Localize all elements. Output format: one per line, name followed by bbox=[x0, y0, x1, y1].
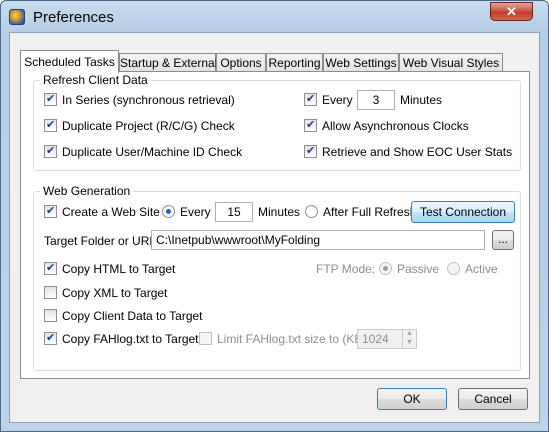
copy-html-option[interactable]: Copy HTML to Target bbox=[44, 260, 176, 277]
tab-startup-external[interactable]: Startup & External bbox=[119, 53, 217, 72]
group-title: Web Generation bbox=[40, 184, 134, 198]
scheduled-tasks-panel: Refresh Client Data In Series (synchrono… bbox=[20, 71, 530, 379]
refresh-every-label: Every bbox=[322, 93, 353, 107]
after-full-refresh-radio[interactable] bbox=[305, 205, 318, 219]
passive-option[interactable]: Passive bbox=[379, 261, 439, 277]
duplicate-user-option[interactable]: Duplicate User/Machine ID Check bbox=[44, 143, 243, 160]
active-option[interactable]: Active bbox=[447, 261, 498, 277]
window-title: Preferences bbox=[33, 9, 114, 26]
after-full-refresh-label: After Full Refresh bbox=[323, 205, 417, 219]
in-series-label: In Series (synchronous retrieval) bbox=[62, 93, 235, 107]
target-folder-input[interactable]: C:\Inetpub\wwwroot\MyFolding bbox=[151, 230, 485, 250]
copy-xml-label: Copy XML to Target bbox=[62, 286, 168, 300]
target-folder-label: Target Folder or URL: bbox=[44, 234, 160, 248]
copy-html-label: Copy HTML to Target bbox=[62, 262, 176, 276]
ok-button[interactable]: OK bbox=[377, 388, 447, 410]
retrieve-eoc-checkbox[interactable] bbox=[304, 143, 317, 159]
active-radio[interactable] bbox=[447, 262, 460, 276]
copy-fahlog-checkbox[interactable] bbox=[44, 330, 57, 346]
retrieve-eoc-option[interactable]: Retrieve and Show EOC User Stats bbox=[304, 143, 513, 160]
limit-size-spinner[interactable]: ▲ ▼ bbox=[402, 329, 416, 349]
tab-options[interactable]: Options bbox=[216, 53, 266, 72]
duplicate-user-label: Duplicate User/Machine ID Check bbox=[62, 145, 243, 159]
group-title: Refresh Client Data bbox=[40, 73, 151, 87]
title-bar[interactable]: Preferences ✕ bbox=[1, 1, 548, 33]
copy-xml-checkbox[interactable] bbox=[44, 286, 57, 300]
refresh-every-checkbox[interactable] bbox=[304, 91, 317, 107]
retrieve-eoc-label: Retrieve and Show EOC User Stats bbox=[322, 145, 513, 159]
tab-web-settings[interactable]: Web Settings bbox=[323, 53, 399, 72]
copy-fahlog-option[interactable]: Copy FAHlog.txt to Target bbox=[44, 330, 199, 347]
copy-fahlog-label: Copy FAHlog.txt to Target bbox=[62, 332, 199, 346]
app-icon bbox=[9, 9, 25, 25]
tab-reporting[interactable]: Reporting bbox=[266, 53, 323, 72]
passive-radio[interactable] bbox=[379, 262, 392, 276]
copy-client-data-label: Copy Client Data to Target bbox=[62, 309, 203, 323]
refresh-client-data-group: Refresh Client Data In Series (synchrono… bbox=[33, 73, 521, 171]
web-minutes-label: Minutes bbox=[258, 205, 301, 219]
copy-xml-option[interactable]: Copy XML to Target bbox=[44, 285, 167, 301]
web-generation-group: Web Generation Create a Web Site Every 1… bbox=[33, 184, 521, 371]
allow-async-checkbox[interactable] bbox=[304, 117, 317, 133]
duplicate-user-checkbox[interactable] bbox=[44, 143, 57, 159]
in-series-checkbox[interactable] bbox=[44, 91, 57, 107]
create-site-option[interactable]: Create a Web Site bbox=[44, 203, 160, 220]
dialog-body: Scheduled Tasks Startup & External Optio… bbox=[9, 32, 540, 423]
web-minutes-input[interactable]: 15 bbox=[215, 202, 253, 222]
ftp-mode-label: FTP Mode: bbox=[316, 262, 376, 276]
copy-client-data-checkbox[interactable] bbox=[44, 309, 57, 323]
tab-scheduled-tasks[interactable]: Scheduled Tasks bbox=[20, 50, 119, 73]
tab-strip: Scheduled Tasks Startup & External Optio… bbox=[20, 50, 510, 73]
allow-async-option[interactable]: Allow Asynchronous Clocks bbox=[304, 117, 469, 134]
refresh-minutes-input[interactable]: 3 bbox=[357, 90, 395, 110]
browse-button[interactable]: ... bbox=[492, 230, 514, 250]
refresh-minutes-label: Minutes bbox=[400, 93, 443, 107]
duplicate-project-checkbox[interactable] bbox=[44, 117, 57, 133]
spin-up-icon[interactable]: ▲ bbox=[403, 329, 416, 338]
allow-async-label: Allow Asynchronous Clocks bbox=[322, 119, 469, 133]
passive-label: Passive bbox=[397, 262, 440, 276]
create-site-checkbox[interactable] bbox=[44, 203, 57, 219]
tab-web-visual-styles[interactable]: Web Visual Styles bbox=[399, 53, 503, 72]
every-radio-label: Every bbox=[180, 205, 211, 219]
active-label: Active bbox=[465, 262, 498, 276]
every-radio[interactable] bbox=[162, 205, 175, 219]
every-radio-option[interactable]: Every bbox=[162, 204, 211, 220]
limit-fahlog-option[interactable]: Limit FAHlog.txt size to (KB): bbox=[199, 331, 370, 347]
preferences-window: Preferences ✕ Scheduled Tasks Startup & … bbox=[0, 0, 549, 432]
cancel-button[interactable]: Cancel bbox=[458, 388, 528, 410]
after-full-refresh-option[interactable]: After Full Refresh bbox=[305, 204, 416, 220]
limit-fahlog-label: Limit FAHlog.txt size to (KB): bbox=[217, 332, 370, 346]
test-connection-button[interactable]: Test Connection bbox=[411, 201, 515, 223]
create-site-label: Create a Web Site bbox=[62, 205, 160, 219]
limit-fahlog-checkbox[interactable] bbox=[199, 332, 212, 346]
duplicate-project-option[interactable]: Duplicate Project (R/C/G) Check bbox=[44, 117, 235, 134]
in-series-option[interactable]: In Series (synchronous retrieval) bbox=[44, 91, 235, 108]
spin-down-icon[interactable]: ▼ bbox=[403, 338, 416, 347]
copy-client-data-option[interactable]: Copy Client Data to Target bbox=[44, 308, 203, 324]
refresh-every-option[interactable]: Every bbox=[304, 91, 353, 108]
duplicate-project-label: Duplicate Project (R/C/G) Check bbox=[62, 119, 235, 133]
copy-html-checkbox[interactable] bbox=[44, 260, 57, 276]
close-button[interactable]: ✕ bbox=[490, 2, 533, 21]
